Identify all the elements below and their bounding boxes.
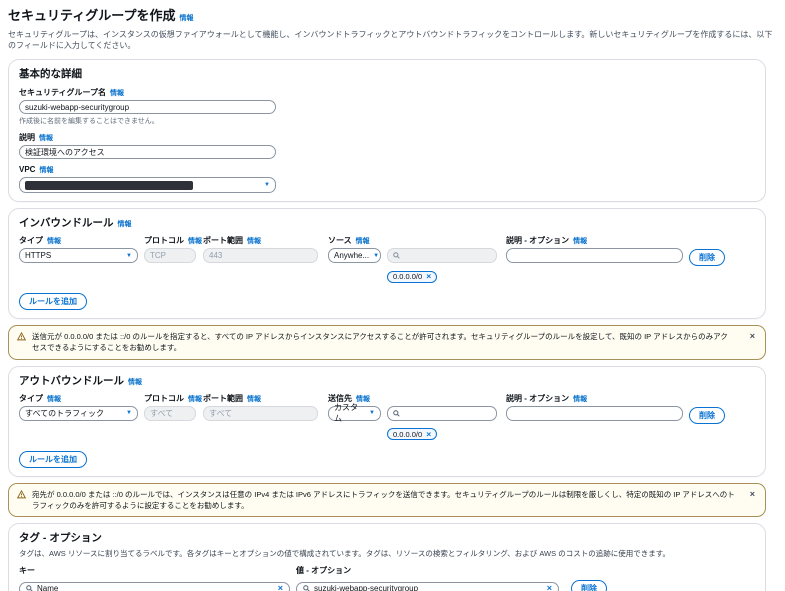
- inbound-rules-panel: インバウンドルール 情報 タイプ 情報 HTTPS ▼ プロトコル 情報 TCP ポート…: [8, 208, 766, 319]
- outbound-rules-panel: アウトバウンドルール 情報 タイプ 情報 すべてのトラフィック ▼ プロトコル 情報 す…: [8, 365, 766, 477]
- security-group-name-label: セキュリティグループ名 情報: [19, 88, 125, 97]
- source-column-label: ソース 情報: [328, 236, 370, 245]
- search-icon: [303, 585, 310, 591]
- port-range-column-label: ポート範囲 情報: [203, 393, 261, 403]
- protocol-column-label: プロトコル 情報: [144, 393, 202, 403]
- chevron-down-icon: ▼: [126, 410, 132, 416]
- description-input[interactable]: 検証環境へのアクセス: [19, 145, 276, 159]
- basic-details-panel: 基本的な詳細 セキュリティグループ名 情報 suzuki-webapp-secur…: [8, 59, 766, 202]
- search-icon: [393, 252, 400, 259]
- info-link[interactable]: 情報: [118, 221, 132, 228]
- chevron-down-icon: ▼: [126, 252, 132, 259]
- info-link[interactable]: 情報: [110, 90, 124, 97]
- page-title: セキュリティグループを作成: [8, 8, 176, 23]
- vpc-select[interactable]: ▼: [19, 177, 276, 193]
- description-label: 説明 情報: [19, 133, 53, 142]
- outbound-protocol-input: すべて: [144, 405, 196, 421]
- info-link[interactable]: 情報: [247, 396, 261, 403]
- inbound-open-cidr-warning: 送信元が 0.0.0.0/0 または ::/0 のルールを指定すると、すべての …: [8, 325, 766, 360]
- delete-tag-button[interactable]: 削除: [571, 580, 607, 591]
- type-column-label: タイプ 情報: [19, 236, 61, 245]
- rule-description-column-label: 説明 - オプション 情報: [506, 236, 588, 245]
- tags-column-headers: キー 値 - オプション: [19, 565, 755, 576]
- remove-cidr-icon[interactable]: ×: [426, 272, 431, 281]
- search-icon: [393, 409, 400, 417]
- close-icon[interactable]: ×: [750, 332, 755, 341]
- info-link[interactable]: 情報: [128, 379, 142, 386]
- inbound-source-mode-select[interactable]: Anywhe... ▼: [328, 248, 381, 263]
- redacted-vpc-value: [25, 180, 193, 190]
- warning-icon: [17, 489, 26, 498]
- outbound-cidr-chip: 0.0.0.0/0 ×: [387, 428, 438, 440]
- tags-description: タグは、AWS リソースに割り当てるラベルです。各タグはキーとオプションの値で構…: [19, 549, 670, 558]
- outbound-delete-rule-button[interactable]: 削除: [689, 406, 725, 424]
- outbound-warning-text: 宛先が 0.0.0.0/0 または ::/0 のルールでは、インスタンスは任意の…: [32, 489, 735, 510]
- inbound-rule-description-input[interactable]: [506, 248, 683, 263]
- vpc-label: VPC 情報: [19, 165, 54, 174]
- inbound-source-search-input[interactable]: [387, 248, 497, 263]
- inbound-delete-rule-button[interactable]: 削除: [689, 249, 725, 266]
- rule-description-column-label: 説明 - オプション 情報: [506, 393, 588, 403]
- type-column-label: タイプ 情報: [19, 393, 61, 403]
- outbound-rule-row: タイプ 情報 すべてのトラフィック ▼ プロトコル 情報 すべて ポート範囲 情報 すべ…: [19, 393, 755, 442]
- port-range-column-label: ポート範囲 情報: [203, 236, 261, 245]
- outbound-rules-heading: アウトバウンドルール 情報: [19, 374, 142, 387]
- info-link[interactable]: 情報: [247, 238, 261, 245]
- clear-icon[interactable]: ×: [547, 584, 552, 591]
- inbound-rule-row: タイプ 情報 HTTPS ▼ プロトコル 情報 TCP ポート範囲 情報 443 ソース…: [19, 235, 755, 284]
- tags-heading: タグ - オプション: [19, 532, 102, 544]
- info-link[interactable]: 情報: [573, 396, 587, 403]
- outbound-destination-mode-select[interactable]: カスタム ▼: [328, 403, 381, 423]
- outbound-destination-search-input[interactable]: [387, 405, 497, 421]
- chevron-down-icon: ▼: [373, 252, 380, 259]
- tag-value-column-label: 値 - オプション: [296, 566, 352, 575]
- info-link[interactable]: 情報: [188, 396, 202, 403]
- tag-key-column-label: キー: [19, 566, 35, 575]
- info-link[interactable]: 情報: [179, 15, 193, 22]
- inbound-rules-heading: インバウンドルール 情報: [19, 217, 132, 229]
- tag-value-input[interactable]: suzuki-webapp-securitygroup ×: [296, 581, 559, 591]
- basic-details-heading: 基本的な詳細: [19, 68, 82, 80]
- info-link[interactable]: 情報: [47, 396, 61, 403]
- tag-key-input[interactable]: Name ×: [19, 581, 290, 591]
- remove-cidr-icon[interactable]: ×: [426, 430, 431, 439]
- outbound-add-rule-button[interactable]: ルールを追加: [19, 450, 87, 468]
- info-link[interactable]: 情報: [573, 238, 587, 245]
- outbound-open-cidr-warning: 宛先が 0.0.0.0/0 または ::/0 のルールでは、インスタンスは任意の…: [8, 482, 766, 517]
- security-group-name-help: 作成後に名前を編集することはできません。: [19, 118, 159, 125]
- tags-panel: タグ - オプション タグは、AWS リソースに割り当てるラベルです。各タグはキ…: [8, 523, 766, 591]
- chevron-down-icon: ▼: [369, 410, 375, 416]
- close-icon[interactable]: ×: [750, 489, 755, 499]
- outbound-port-input: すべて: [203, 405, 318, 421]
- outbound-type-select[interactable]: すべてのトラフィック ▼: [19, 405, 138, 421]
- info-link[interactable]: 情報: [356, 238, 370, 245]
- page-subtitle: セキュリティグループは、インスタンスの仮想ファイアウォールとして機能し、インバウ…: [8, 30, 773, 50]
- search-icon: [26, 585, 33, 591]
- inbound-add-rule-button[interactable]: ルールを追加: [19, 293, 87, 310]
- tag-row: Name × suzuki-webapp-securitygroup × 削除: [19, 580, 755, 591]
- inbound-warning-text: 送信元が 0.0.0.0/0 または ::/0 のルールを指定すると、すべての …: [32, 332, 728, 353]
- inbound-port-input: 443: [203, 248, 318, 263]
- inbound-type-select[interactable]: HTTPS ▼: [19, 248, 138, 263]
- page-header: セキュリティグループを作成 情報 セキュリティグループは、インスタンスの仮想ファイ…: [8, 5, 773, 51]
- inbound-cidr-chip: 0.0.0.0/0 ×: [387, 270, 438, 283]
- info-link[interactable]: 情報: [188, 238, 202, 245]
- info-link[interactable]: 情報: [39, 167, 53, 174]
- inbound-protocol-input: TCP: [144, 248, 196, 263]
- warning-icon: [17, 332, 26, 341]
- info-link[interactable]: 情報: [39, 135, 53, 142]
- protocol-column-label: プロトコル 情報: [144, 236, 202, 245]
- clear-icon[interactable]: ×: [278, 584, 283, 591]
- security-group-name-input[interactable]: suzuki-webapp-securitygroup: [19, 100, 276, 114]
- chevron-down-icon: ▼: [264, 182, 270, 188]
- info-link[interactable]: 情報: [47, 238, 61, 245]
- outbound-rule-description-input[interactable]: [506, 405, 683, 421]
